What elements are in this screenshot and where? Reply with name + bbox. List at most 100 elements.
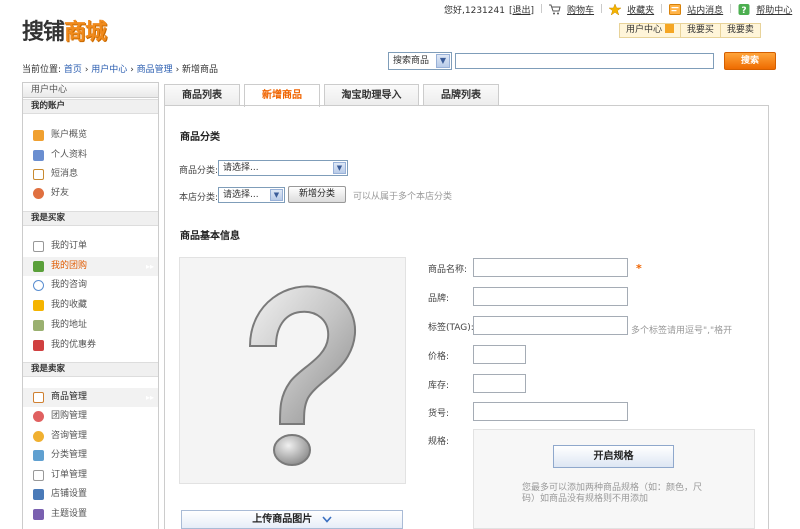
- basic-info-heading: 商品基本信息: [180, 231, 240, 242]
- logout-link[interactable]: [退出]: [509, 3, 534, 16]
- sidebar-item-my-inquiries[interactable]: 我的咨询: [23, 276, 158, 295]
- sidebar-item-account-overview[interactable]: 账户概览: [23, 126, 158, 145]
- order-icon: [33, 470, 44, 481]
- required-mark: *: [636, 262, 642, 275]
- site-logo[interactable]: 搜铺商城: [22, 14, 107, 46]
- cart-icon: [549, 4, 561, 14]
- clipboard-icon: [33, 392, 44, 403]
- greeting-text: 您好,1231241: [444, 5, 505, 16]
- user-center-button[interactable]: 用户中心: [620, 24, 681, 37]
- buy-button[interactable]: 我要买: [681, 24, 721, 37]
- cart-link[interactable]: 购物车: [567, 3, 594, 16]
- category-icon: [33, 450, 44, 461]
- breadcrumb-home[interactable]: 首页: [64, 65, 82, 75]
- sidebar-item-goods-manage[interactable]: 商品管理 ▸▸: [23, 388, 158, 407]
- message-icon: [669, 3, 682, 15]
- sidebar-item-theme-settings[interactable]: 主题设置: [23, 505, 158, 524]
- sku-label: 货号:: [428, 409, 450, 419]
- tab-bar: 商品列表 新增商品 淘宝助理导入 品牌列表: [164, 84, 499, 107]
- tag-input[interactable]: [473, 316, 628, 335]
- sidebar-item-category-manage[interactable]: 分类管理: [23, 446, 158, 465]
- sidebar-item-friends[interactable]: 好友: [23, 184, 158, 203]
- friend-icon: [33, 188, 44, 199]
- breadcrumb-goods-manage[interactable]: 商品管理: [137, 65, 173, 75]
- sidebar-item-order-manage[interactable]: 订单管理: [23, 466, 158, 485]
- upload-image-button[interactable]: 上传商品图片: [181, 510, 403, 529]
- help-link[interactable]: 帮助中心: [756, 3, 792, 16]
- favorites-link[interactable]: 收藏夹: [627, 3, 654, 16]
- sidebar-title: 用户中心: [23, 83, 158, 98]
- sidebar-item-inquiry-manage[interactable]: 咨询管理: [23, 427, 158, 446]
- store-icon: [33, 489, 44, 500]
- breadcrumb-current: 新增商品: [182, 65, 219, 75]
- chat-icon: [33, 431, 44, 442]
- help-icon: ?: [738, 3, 750, 15]
- sidebar-item-my-orders[interactable]: 我的订单: [23, 237, 158, 256]
- store-category-select[interactable]: 请选择... ▼: [218, 187, 285, 203]
- tab-goods-list[interactable]: 商品列表: [164, 84, 240, 106]
- top-links: 您好,1231241 [退出] | 购物车 | 收藏夹 | 站内消息 | ? 帮…: [444, 3, 793, 16]
- tab-brand-list[interactable]: 品牌列表: [423, 84, 499, 106]
- spec-hint-line2: 码）如商品没有规格则不用添加: [522, 494, 649, 504]
- sku-input[interactable]: [473, 402, 628, 421]
- sidebar-item-groupbuy-manage[interactable]: 团购管理: [23, 407, 158, 426]
- profile-card-icon: [33, 150, 44, 161]
- price-label: 价格:: [428, 352, 450, 362]
- category-label: 商品分类:: [179, 166, 219, 176]
- chevron-right-icon: ▸▸: [145, 262, 154, 271]
- messages-link[interactable]: 站内消息: [687, 3, 723, 16]
- search-type-select[interactable]: 搜索商品 ▼: [388, 52, 452, 70]
- tab-add-goods[interactable]: 新增商品: [244, 84, 320, 107]
- envelope-icon: [33, 169, 44, 180]
- stock-input[interactable]: [473, 374, 526, 393]
- price-input[interactable]: [473, 345, 526, 364]
- groupbuy-icon: [33, 411, 44, 422]
- sidebar: 用户中心 我的账户 账户概览 个人资料 短消息 好友 我是买家 我的订单 我的团…: [22, 82, 159, 529]
- chevron-down-icon: ▼: [270, 189, 283, 201]
- sidebar-section-seller: 我是卖家: [23, 362, 158, 377]
- sidebar-item-my-favorites[interactable]: 我的收藏: [23, 296, 158, 315]
- chevron-down-icon: ▼: [436, 54, 450, 68]
- search-bar: 搜索商品 ▼ 搜索: [388, 52, 776, 70]
- sidebar-item-profile[interactable]: 个人资料: [23, 146, 158, 165]
- sidebar-section-account: 我的账户: [23, 99, 158, 114]
- dropdown-icon: [664, 24, 674, 33]
- product-image-placeholder: [179, 257, 406, 484]
- breadcrumb-user-center[interactable]: 用户中心: [91, 65, 127, 75]
- sell-button[interactable]: 我要卖: [721, 24, 760, 37]
- search-input[interactable]: [455, 53, 714, 69]
- tab-taobao-import[interactable]: 淘宝助理导入: [324, 84, 419, 106]
- coupon-icon: [33, 340, 44, 351]
- logo-part1: 搜铺: [22, 20, 65, 45]
- home-icon: [33, 130, 44, 141]
- theme-icon: [33, 509, 44, 520]
- enable-spec-button[interactable]: 开启规格: [553, 445, 674, 468]
- chevron-down-icon: ▼: [333, 162, 346, 174]
- sidebar-item-my-coupons[interactable]: 我的优惠券: [23, 336, 158, 355]
- chevron-right-icon: ▸▸: [145, 393, 154, 402]
- add-category-button[interactable]: 新增分类: [288, 186, 346, 203]
- star-icon: [609, 3, 622, 15]
- user-bar: 用户中心 我要买 我要卖: [619, 23, 761, 38]
- star-icon: [33, 300, 44, 311]
- sidebar-section-buyer: 我是买家: [23, 211, 158, 226]
- sidebar-item-my-groupbuy[interactable]: 我的团购 ▸▸: [23, 257, 158, 276]
- puzzle-icon: [33, 261, 44, 272]
- goods-name-input[interactable]: [473, 258, 628, 277]
- document-icon: [33, 241, 44, 252]
- sidebar-item-my-address[interactable]: 我的地址: [23, 316, 158, 335]
- address-book-icon: [33, 320, 44, 331]
- logo-part2: 商城: [64, 20, 107, 45]
- category-select[interactable]: 请选择... ▼: [218, 160, 348, 176]
- sidebar-item-store-settings[interactable]: 店铺设置: [23, 485, 158, 504]
- tag-label: 标签(TAG):: [428, 323, 474, 333]
- goods-name-label: 商品名称:: [428, 265, 468, 275]
- brand-label: 品牌:: [428, 294, 450, 304]
- sidebar-item-messages[interactable]: 短消息: [23, 165, 158, 184]
- brand-input[interactable]: [473, 287, 628, 306]
- search-button[interactable]: 搜索: [724, 52, 776, 70]
- chat-bubble-icon: [33, 280, 44, 291]
- store-category-hint: 可以从属于多个本店分类: [353, 192, 453, 202]
- spec-panel: [473, 429, 755, 529]
- spec-label: 规格:: [428, 437, 450, 447]
